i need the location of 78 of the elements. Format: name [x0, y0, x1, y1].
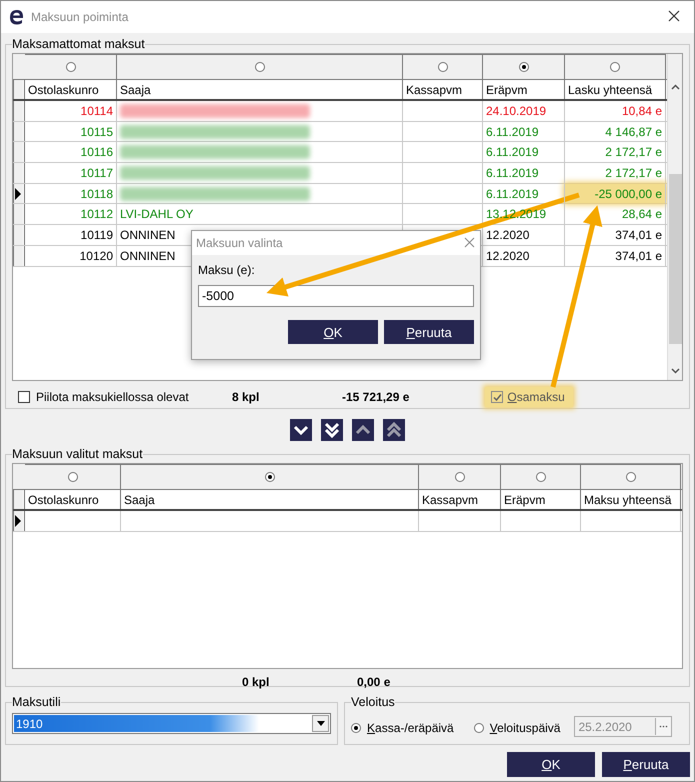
table-cell: LVI-DAHL OY — [117, 204, 403, 224]
checkbox-label: Piilota maksukiellossa olevat — [36, 390, 190, 404]
column-header[interactable]: Maksu yhteensä — [581, 490, 681, 509]
column-header[interactable]: Kassapvm — [419, 490, 501, 509]
table-cell: 24.10.2019 — [483, 101, 565, 121]
column-header[interactable]: Kassapvm — [403, 80, 483, 99]
dialog-button[interactable]: OK — [507, 752, 595, 777]
table-cell: 10117 — [25, 163, 117, 183]
group-title: Veloitus — [351, 695, 395, 709]
scroll-up-icon[interactable] — [670, 84, 680, 90]
table-cell: 4 146,87 e — [565, 122, 666, 142]
row-selector[interactable] — [13, 511, 25, 531]
dialog-button[interactable]: Peruuta — [384, 320, 474, 344]
radio-option[interactable]: Kassa-/eräpäivä — [351, 720, 454, 734]
count-text: 0 kpl — [242, 675, 270, 689]
sum-text: -15 721,29 e — [342, 390, 410, 404]
group-title: Maksamattomat maksut — [12, 37, 145, 51]
sort-radio[interactable] — [264, 472, 274, 482]
sort-radio[interactable] — [66, 62, 76, 72]
window-title: Maksuun poiminta — [31, 10, 128, 24]
dropdown-arrow-icon — [316, 721, 324, 726]
scrollbar[interactable] — [667, 54, 682, 380]
dialog-button[interactable]: OK — [288, 320, 378, 344]
double-chevron-down-icon — [323, 421, 341, 439]
radio-option[interactable]: Veloituspäivä — [474, 720, 560, 734]
column-header[interactable]: Eräpvm — [501, 490, 581, 509]
count-text: 8 kpl — [232, 390, 260, 404]
sort-radio[interactable] — [438, 62, 448, 72]
group-title: Maksuun valitut maksut — [12, 447, 143, 461]
account-dropdown[interactable]: 1910 — [12, 713, 331, 734]
table-cell: 12.2020 — [483, 225, 565, 245]
column-header[interactable]: Ostolaskunro — [25, 490, 121, 509]
row-selector[interactable] — [13, 184, 25, 204]
sort-radio[interactable] — [254, 62, 264, 72]
table-cell: 12.2020 — [483, 246, 565, 266]
checkbox[interactable] — [18, 391, 30, 403]
move-button[interactable] — [321, 419, 343, 441]
field-label: Maksu (e): — [198, 263, 256, 277]
table-cell: 10119 — [25, 225, 117, 245]
double-chevron-up-icon — [385, 421, 403, 439]
table-cell: 374,01 e — [565, 225, 666, 245]
sort-radio[interactable] — [68, 472, 78, 482]
sort-radio[interactable] — [610, 62, 620, 72]
column-header[interactable]: Saaja — [121, 490, 419, 509]
table-cell: 10115 — [25, 122, 117, 142]
sort-radio[interactable] — [626, 472, 636, 482]
table-cell: 10116 — [25, 142, 117, 162]
column-header[interactable]: Saaja — [117, 80, 403, 99]
table-cell: 10118 — [25, 184, 117, 204]
amount-field[interactable]: -5000 — [198, 285, 474, 307]
dialog-button[interactable]: Peruuta — [602, 752, 690, 777]
table-cell: -25 000,00 e — [565, 184, 666, 204]
table-cell: 10120 — [25, 246, 117, 266]
close-icon[interactable] — [668, 10, 680, 22]
table-cell: 6.11.2019 — [483, 142, 565, 162]
table-cell: 6.11.2019 — [483, 163, 565, 183]
column-header[interactable]: Ostolaskunro — [25, 80, 117, 99]
scroll-thumb[interactable] — [668, 174, 682, 344]
move-button[interactable] — [290, 419, 312, 441]
table-cell: 6.11.2019 — [483, 122, 565, 142]
partial-payment-checkbox[interactable]: Osamaksu — [485, 387, 573, 407]
app-logo-icon — [9, 9, 25, 25]
group-title: Maksutili — [12, 695, 61, 709]
check-icon — [492, 392, 502, 402]
sum-text: 0,00 e — [357, 675, 390, 689]
column-header[interactable]: Eräpvm — [483, 80, 565, 99]
table-cell: 28,64 e — [565, 204, 666, 224]
sort-radio[interactable] — [536, 472, 546, 482]
table-cell: 2 172,17 e — [565, 142, 666, 162]
sort-radio[interactable] — [518, 62, 528, 72]
scroll-down-icon[interactable] — [670, 368, 680, 374]
table-cell: 374,01 e — [565, 246, 666, 266]
table-cell: 10,84 e — [565, 101, 666, 121]
table-cell: 10112 — [25, 204, 117, 224]
column-header[interactable]: Lasku yhteensä — [565, 80, 666, 99]
table-cell: 2 172,17 e — [565, 163, 666, 183]
table-cell: 10114 — [25, 101, 117, 121]
sort-radio[interactable] — [454, 472, 464, 482]
